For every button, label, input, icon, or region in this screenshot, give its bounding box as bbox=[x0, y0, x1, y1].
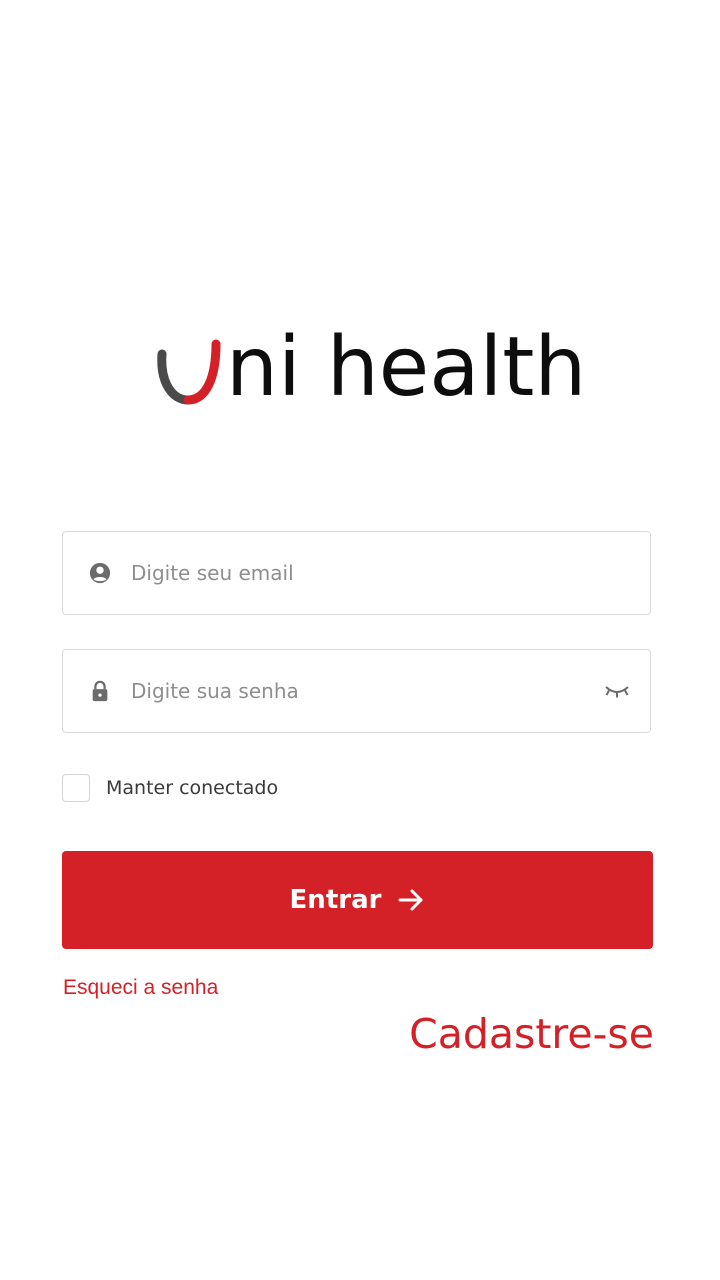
logo-text: ni health bbox=[226, 320, 587, 415]
lock-icon bbox=[89, 680, 111, 702]
email-field[interactable] bbox=[62, 531, 651, 615]
password-input[interactable] bbox=[131, 671, 592, 711]
signup-link[interactable]: Cadastre-se bbox=[409, 1010, 654, 1058]
remember-label: Manter conectado bbox=[106, 777, 279, 799]
eye-closed-icon[interactable] bbox=[602, 679, 632, 703]
password-field[interactable] bbox=[62, 649, 651, 733]
login-button-label: Entrar bbox=[289, 885, 382, 915]
app-logo: ni health bbox=[154, 318, 586, 418]
user-circle-icon bbox=[89, 562, 111, 584]
login-button[interactable]: Entrar bbox=[62, 851, 653, 949]
arrow-right-icon bbox=[397, 886, 425, 914]
remember-me[interactable]: Manter conectado bbox=[62, 774, 278, 802]
u-smile-logo-icon bbox=[157, 339, 221, 405]
forgot-password-link[interactable]: Esqueci a senha bbox=[63, 976, 218, 1000]
email-input[interactable] bbox=[131, 553, 650, 593]
remember-checkbox[interactable] bbox=[62, 774, 90, 802]
